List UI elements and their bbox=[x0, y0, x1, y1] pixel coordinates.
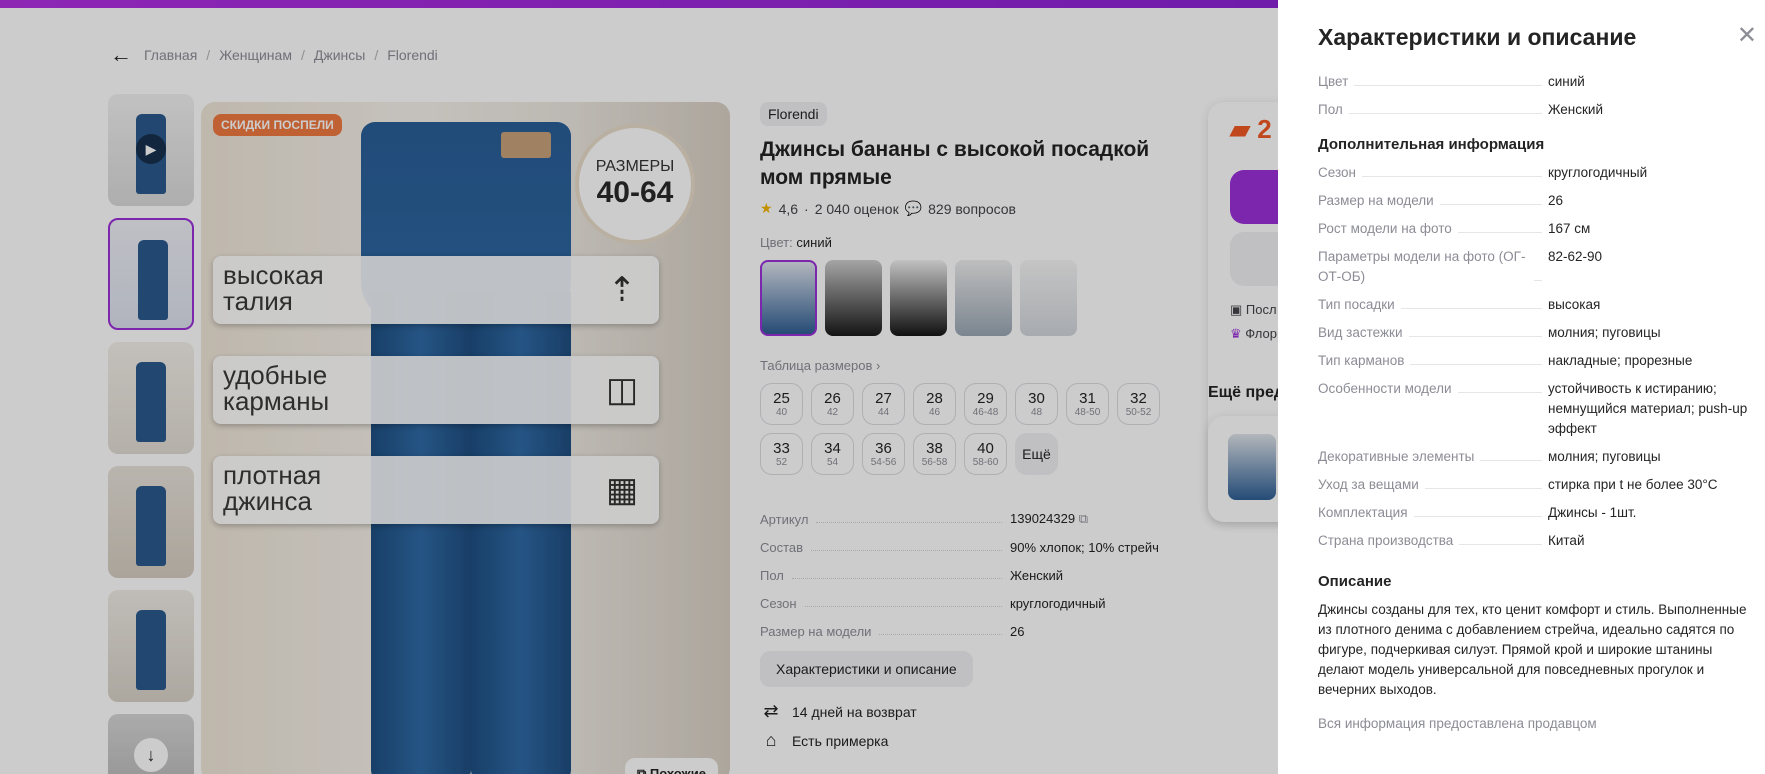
description-title: Описание bbox=[1318, 573, 1392, 590]
characteristic-row: Уход за вещами стирка при t не более 30°C bbox=[1318, 477, 1718, 492]
characteristic-row: Страна производства Китай bbox=[1318, 533, 1585, 548]
characteristic-row: Пол Женский bbox=[1318, 102, 1604, 117]
characteristic-row: Вид застежки молния; пуговицы bbox=[1318, 325, 1661, 340]
characteristic-row: Комплектация Джинсы - 1шт. bbox=[1318, 505, 1637, 520]
characteristic-row: Особенности модели устойчивость к истиран… bbox=[1318, 381, 1748, 436]
characteristic-row: Цвет синий bbox=[1318, 74, 1585, 89]
basic-characteristics: Цвет синий Пол Женский bbox=[1318, 72, 1748, 120]
modal-backdrop[interactable] bbox=[0, 0, 1278, 774]
description-text: Джинсы созданы для тех, кто ценит комфор… bbox=[1318, 602, 1747, 697]
extra-info-title: Дополнительная информация bbox=[1318, 136, 1545, 153]
close-icon[interactable]: ✕ bbox=[1737, 24, 1757, 48]
characteristic-row: Параметры модели на фото (ОГ-ОТ-ОБ) 82-62… bbox=[1318, 249, 1603, 284]
characteristic-row: Размер на модели 26 bbox=[1318, 193, 1564, 208]
characteristic-row: Декоративные элементы молния; пуговицы bbox=[1318, 449, 1661, 464]
seller-disclaimer: Вся информация предоставлена продавцом bbox=[1318, 716, 1597, 731]
characteristic-row: Рост модели на фото 167 см bbox=[1318, 221, 1591, 236]
characteristic-row: Тип посадки высокая bbox=[1318, 297, 1601, 312]
panel-body: Цвет синий Пол Женский Дополнительная инфор… bbox=[1318, 72, 1748, 731]
characteristics-panel: Характеристики и описание ✕ Цвет синий Пол… bbox=[1278, 0, 1765, 774]
extra-characteristics: Сезон круглогодичный Размер на модели 26 Рос… bbox=[1318, 163, 1748, 551]
characteristic-row: Тип карманов накладные; прорезные bbox=[1318, 353, 1693, 368]
panel-title: Характеристики и описание bbox=[1318, 24, 1637, 50]
characteristic-row: Сезон круглогодичный bbox=[1318, 165, 1648, 180]
